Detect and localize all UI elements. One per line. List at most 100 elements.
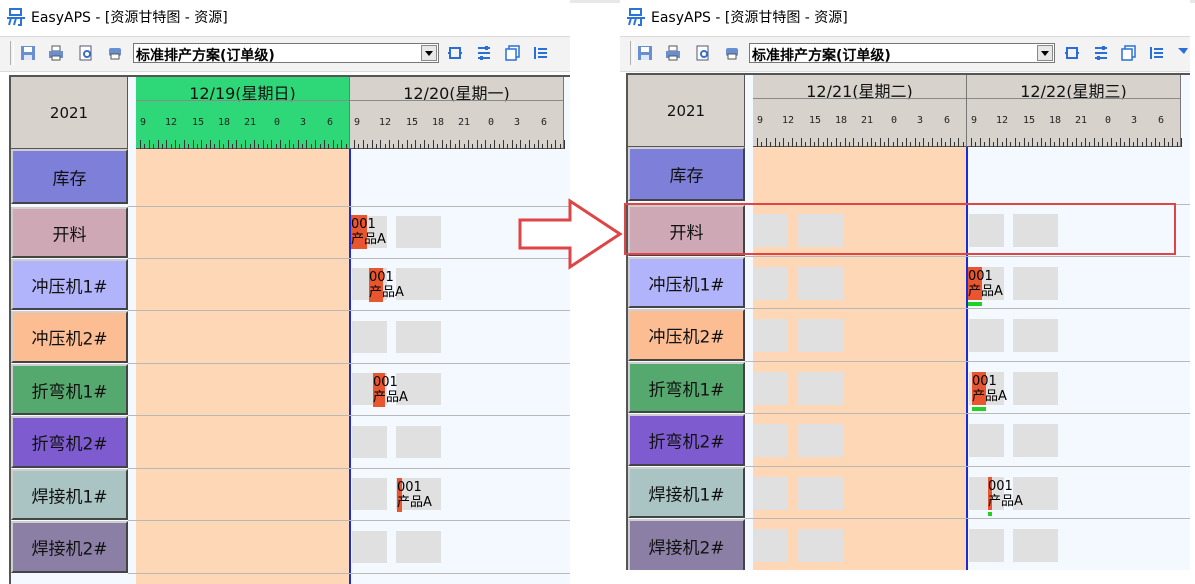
ruler-tick: [306, 140, 308, 149]
preview-icon[interactable]: [78, 45, 94, 61]
ruler-tick: [1010, 142, 1012, 147]
resource-row-bender-2[interactable]: 折弯机2#: [628, 414, 745, 466]
ruler-tick: [564, 140, 566, 149]
ruler-tick: [1027, 142, 1029, 147]
idle-slot[interactable]: [754, 529, 787, 562]
ruler-tick: [914, 138, 916, 147]
idle-slot[interactable]: [798, 424, 843, 457]
idle-slot[interactable]: [396, 426, 441, 458]
preview-icon[interactable]: [695, 45, 711, 61]
idle-slot[interactable]: [1013, 424, 1058, 457]
resource-name: 折弯机2#: [31, 434, 108, 455]
ruler-tick: [227, 140, 229, 149]
copy-icon[interactable]: [1121, 45, 1137, 61]
resource-row-welder-1[interactable]: 焊接机1#: [628, 467, 745, 518]
ruler-tick: [844, 138, 846, 147]
idle-slot[interactable]: [396, 321, 441, 353]
resource-name: 冲压机1#: [31, 277, 108, 297]
task-block-welder-1[interactable]: 001 产品A: [988, 477, 1034, 517]
hour-tick: 15: [809, 115, 822, 126]
copy-icon[interactable]: [505, 45, 521, 61]
idle-slot[interactable]: [754, 319, 787, 352]
print-icon[interactable]: [48, 45, 64, 61]
refresh-icon[interactable]: [447, 45, 463, 61]
idle-slot[interactable]: [754, 424, 787, 457]
indent-icon[interactable]: [533, 45, 549, 61]
list-icon[interactable]: [476, 45, 492, 61]
idle-slot[interactable]: [754, 372, 787, 405]
resource-row-bender-2[interactable]: 折弯机2#: [11, 416, 128, 468]
toolbar-grip[interactable]: [10, 41, 14, 65]
ruler-tick: [280, 140, 282, 149]
resource-row-welder-1[interactable]: 焊接机1#: [11, 469, 128, 520]
print-setup-icon[interactable]: [724, 45, 740, 61]
task-product: 产品A: [351, 232, 386, 247]
idle-slot[interactable]: [798, 477, 843, 510]
idle-slot[interactable]: [798, 319, 843, 352]
ruler-tick: [371, 140, 373, 149]
task-block-bender-1[interactable]: 001 产品A: [972, 372, 1016, 412]
chevron-down-icon[interactable]: [1037, 45, 1053, 61]
idle-slot[interactable]: [798, 529, 843, 562]
ruler-tick: [415, 140, 417, 149]
resource-row-inventory[interactable]: 库存: [11, 149, 128, 204]
resource-row-press-2[interactable]: 冲压机2#: [11, 311, 128, 363]
task-block-press-1[interactable]: 001 产品A: [369, 268, 409, 302]
idle-slot[interactable]: [1013, 372, 1058, 405]
resource-name: 开料: [52, 225, 87, 245]
task-block-welder-1[interactable]: 001 产品A: [397, 478, 443, 512]
ruler-tick: [1080, 142, 1082, 147]
print-setup-icon[interactable]: [107, 45, 123, 61]
idle-slot[interactable]: [798, 372, 843, 405]
resource-row-bender-1[interactable]: 折弯机1#: [628, 362, 745, 413]
save-icon[interactable]: [637, 45, 653, 61]
resource-row-press-1[interactable]: 冲压机1#: [11, 259, 128, 310]
task-code: 001: [351, 217, 376, 232]
resource-row-welder-2[interactable]: 焊接机2#: [11, 521, 128, 573]
task-block-press-1[interactable]: 001 产品A: [968, 267, 1012, 307]
idle-slot[interactable]: [969, 424, 1004, 457]
list-icon[interactable]: [1093, 45, 1109, 61]
idle-slot[interactable]: [352, 478, 387, 510]
row-divider: [745, 466, 1190, 467]
resource-row-welder-2[interactable]: 焊接机2#: [628, 519, 745, 570]
hour-tick: 9: [971, 115, 978, 126]
idle-slot[interactable]: [1013, 319, 1058, 352]
chevron-down-icon[interactable]: [421, 45, 437, 61]
print-icon[interactable]: [665, 45, 681, 61]
resource-row-bender-1[interactable]: 折弯机1#: [11, 364, 128, 415]
ruler-tick: [827, 138, 829, 147]
resource-row-inventory[interactable]: 库存: [628, 147, 745, 201]
hour-tick: 21: [1075, 115, 1088, 126]
resource-row-press-1[interactable]: 冲压机1#: [628, 257, 745, 308]
indent-icon[interactable]: [1149, 45, 1165, 61]
year-label: 2021: [49, 104, 89, 122]
scheme-select[interactable]: 标准排产方案(订单级): [133, 43, 439, 64]
idle-slot[interactable]: [352, 426, 387, 458]
resource-row-cutting[interactable]: 开料: [11, 207, 128, 258]
idle-slot[interactable]: [352, 321, 387, 353]
scheme-select[interactable]: 标准排产方案(订单级): [749, 43, 1055, 64]
idle-slot[interactable]: [396, 216, 441, 248]
idle-slot[interactable]: [396, 531, 441, 563]
idle-slot[interactable]: [754, 477, 787, 510]
ruler-tick: [1093, 138, 1095, 147]
idle-slot[interactable]: [969, 529, 1004, 562]
idle-slot[interactable]: [969, 319, 1004, 352]
toolbar-grip[interactable]: [630, 41, 634, 65]
resource-row-press-2[interactable]: 冲压机2#: [628, 309, 745, 361]
idle-slot[interactable]: [754, 267, 787, 300]
ruler-tick: [341, 140, 343, 149]
save-icon[interactable]: [20, 45, 36, 61]
idle-slot[interactable]: [798, 267, 843, 300]
ruler-tick: [262, 140, 264, 149]
ruler-tick: [932, 138, 934, 147]
filter-icon[interactable]: [1178, 45, 1190, 61]
idle-slot[interactable]: [1013, 267, 1058, 300]
refresh-icon[interactable]: [1064, 45, 1080, 61]
ruler-tick: [997, 138, 999, 147]
task-block-bender-1[interactable]: 001 产品A: [373, 373, 417, 407]
idle-slot[interactable]: [352, 531, 387, 563]
idle-slot[interactable]: [1013, 529, 1058, 562]
task-block-cutting[interactable]: 001 产品A: [351, 215, 391, 249]
